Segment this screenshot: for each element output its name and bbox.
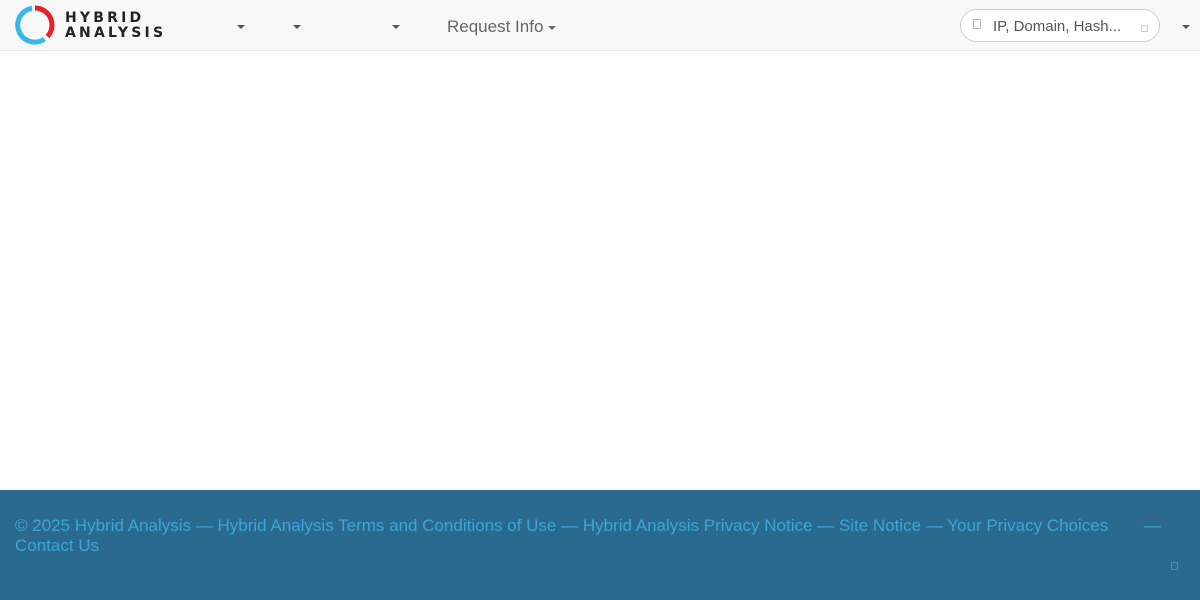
main-content xyxy=(0,51,1200,490)
request-info-menu[interactable]: Request Info xyxy=(447,16,557,38)
contact-us-link[interactable]: Contact Us xyxy=(15,536,99,555)
footer-separator: — xyxy=(1143,516,1161,535)
privacy-notice-link[interactable]: Hybrid Analysis Privacy Notice xyxy=(583,516,813,535)
chevron-down-icon xyxy=(548,25,557,30)
scroll-to-top-icon[interactable] xyxy=(1171,562,1178,570)
footer-separator: — xyxy=(925,516,943,535)
footer-separator: — xyxy=(817,516,835,535)
footer-separator: — xyxy=(195,516,213,535)
search-input[interactable] xyxy=(993,15,1143,37)
footer: © 2025 Hybrid Analysis — Hybrid Analysis… xyxy=(0,490,1200,600)
top-navbar: HYBRID ANALYSIS Request Info xyxy=(0,0,1200,51)
user-menu-chevron-down-icon[interactable] xyxy=(1182,25,1190,29)
logo-text-line1: HYBRID xyxy=(65,10,145,26)
footer-links: © 2025 Hybrid Analysis — Hybrid Analysis… xyxy=(15,516,1165,556)
request-info-label: Request Info xyxy=(447,17,544,36)
nav-dropdown-1-chevron-down-icon[interactable] xyxy=(237,25,245,29)
copyright-text: © 2025 Hybrid Analysis xyxy=(15,516,192,535)
footer-separator: — xyxy=(561,516,579,535)
search-icon xyxy=(973,19,981,29)
logo-text-line2: ANALYSIS xyxy=(65,25,167,41)
nav-dropdown-2-chevron-down-icon[interactable] xyxy=(293,25,301,29)
nav-dropdown-3-chevron-down-icon[interactable] xyxy=(392,25,400,29)
site-notice-link[interactable]: Site Notice xyxy=(839,516,921,535)
hybrid-analysis-logo[interactable]: HYBRID ANALYSIS xyxy=(15,5,185,45)
logo-ring-icon xyxy=(15,5,55,45)
privacy-choices-link[interactable]: Your Privacy Choices xyxy=(947,516,1108,535)
search-box xyxy=(960,9,1160,42)
clear-search-icon[interactable] xyxy=(1141,25,1148,32)
terms-link[interactable]: Hybrid Analysis Terms and Conditions of … xyxy=(217,516,556,535)
